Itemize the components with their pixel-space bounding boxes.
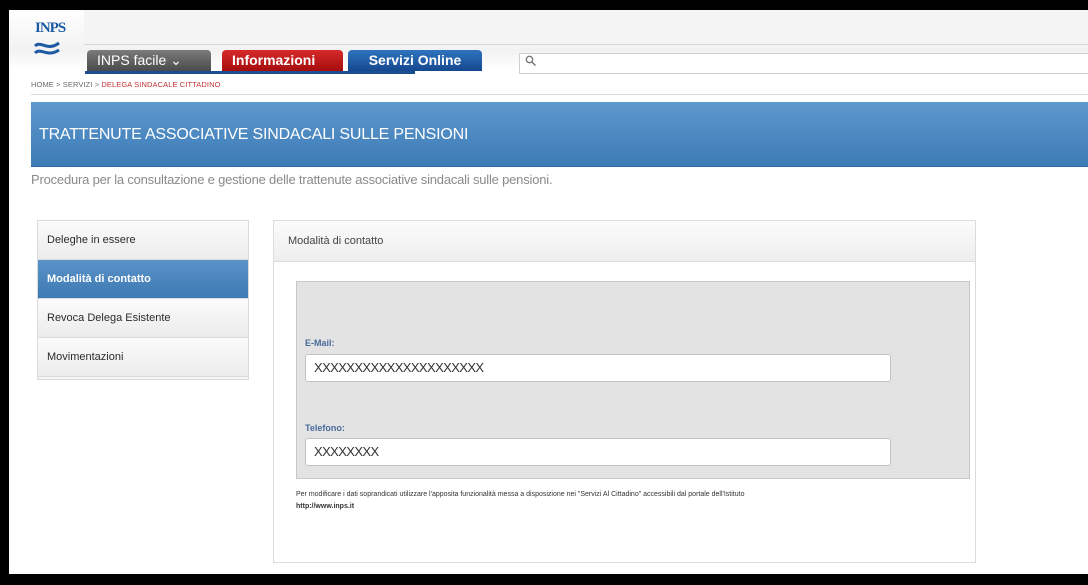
page-banner: TRATTENUTE ASSOCIATIVE SINDACALI SULLE P… (31, 102, 1088, 167)
top-bar: INPS INPS facile ⌄ Informazioni Servizi … (9, 10, 1088, 74)
breadcrumb-home[interactable]: HOME (31, 80, 54, 89)
breadcrumb-current: DELEGA SINDACALE CITTADINO (101, 80, 221, 89)
info-note-text: Per modificare i dati soprandicati utili… (296, 491, 745, 498)
tab-servizi-online[interactable]: Servizi Online (348, 50, 482, 71)
logo-wave-icon (33, 41, 60, 55)
sidebar-item-revoca[interactable]: Revoca Delega Esistente (38, 299, 248, 338)
inps-logo[interactable]: INPS (31, 20, 71, 66)
sidebar-item-deleghe[interactable]: Deleghe in essere (38, 221, 248, 260)
contact-form: E-Mail: XXXXXXXXXXXXXXXXXXXXX Telefono: … (296, 281, 970, 479)
tab-inps-facile[interactable]: INPS facile ⌄ (87, 50, 211, 71)
telefono-label: Telefono: (305, 423, 345, 433)
breadcrumb: HOME > SERVIZI > DELEGA SINDACALE CITTAD… (31, 80, 221, 89)
contact-panel: Modalità di contatto E-Mail: XXXXXXXXXXX… (273, 220, 976, 563)
page-title: TRATTENUTE ASSOCIATIVE SINDACALI SULLE P… (39, 126, 469, 143)
browser-viewport: INPS INPS facile ⌄ Informazioni Servizi … (9, 10, 1088, 574)
telefono-field[interactable]: XXXXXXXX (305, 438, 891, 466)
breadcrumb-separator: > (53, 80, 63, 89)
search-icon[interactable] (525, 55, 537, 69)
top-strip (84, 10, 1088, 45)
nav-underline (85, 71, 415, 74)
sidebar-item-modalita-contatto[interactable]: Modalità di contatto (38, 260, 248, 299)
search-input[interactable] (519, 53, 1088, 74)
panel-title: Modalità di contatto (274, 221, 975, 262)
tab-informazioni[interactable]: Informazioni (222, 50, 343, 71)
inps-link[interactable]: http://www.inps.it (296, 501, 976, 513)
divider (31, 94, 1088, 95)
info-note: Per modificare i dati soprandicati utili… (296, 489, 976, 513)
email-field[interactable]: XXXXXXXXXXXXXXXXXXXXX (305, 354, 891, 382)
logo-text: INPS (35, 20, 66, 36)
email-label: E-Mail: (305, 338, 335, 348)
page-subtitle: Procedura per la consultazione e gestion… (31, 172, 553, 187)
sidebar-menu: Deleghe in essere Modalità di contatto R… (37, 220, 249, 380)
sidebar-item-movimentazioni[interactable]: Movimentazioni (38, 338, 248, 377)
breadcrumb-servizi[interactable]: SERVIZI (63, 80, 93, 89)
